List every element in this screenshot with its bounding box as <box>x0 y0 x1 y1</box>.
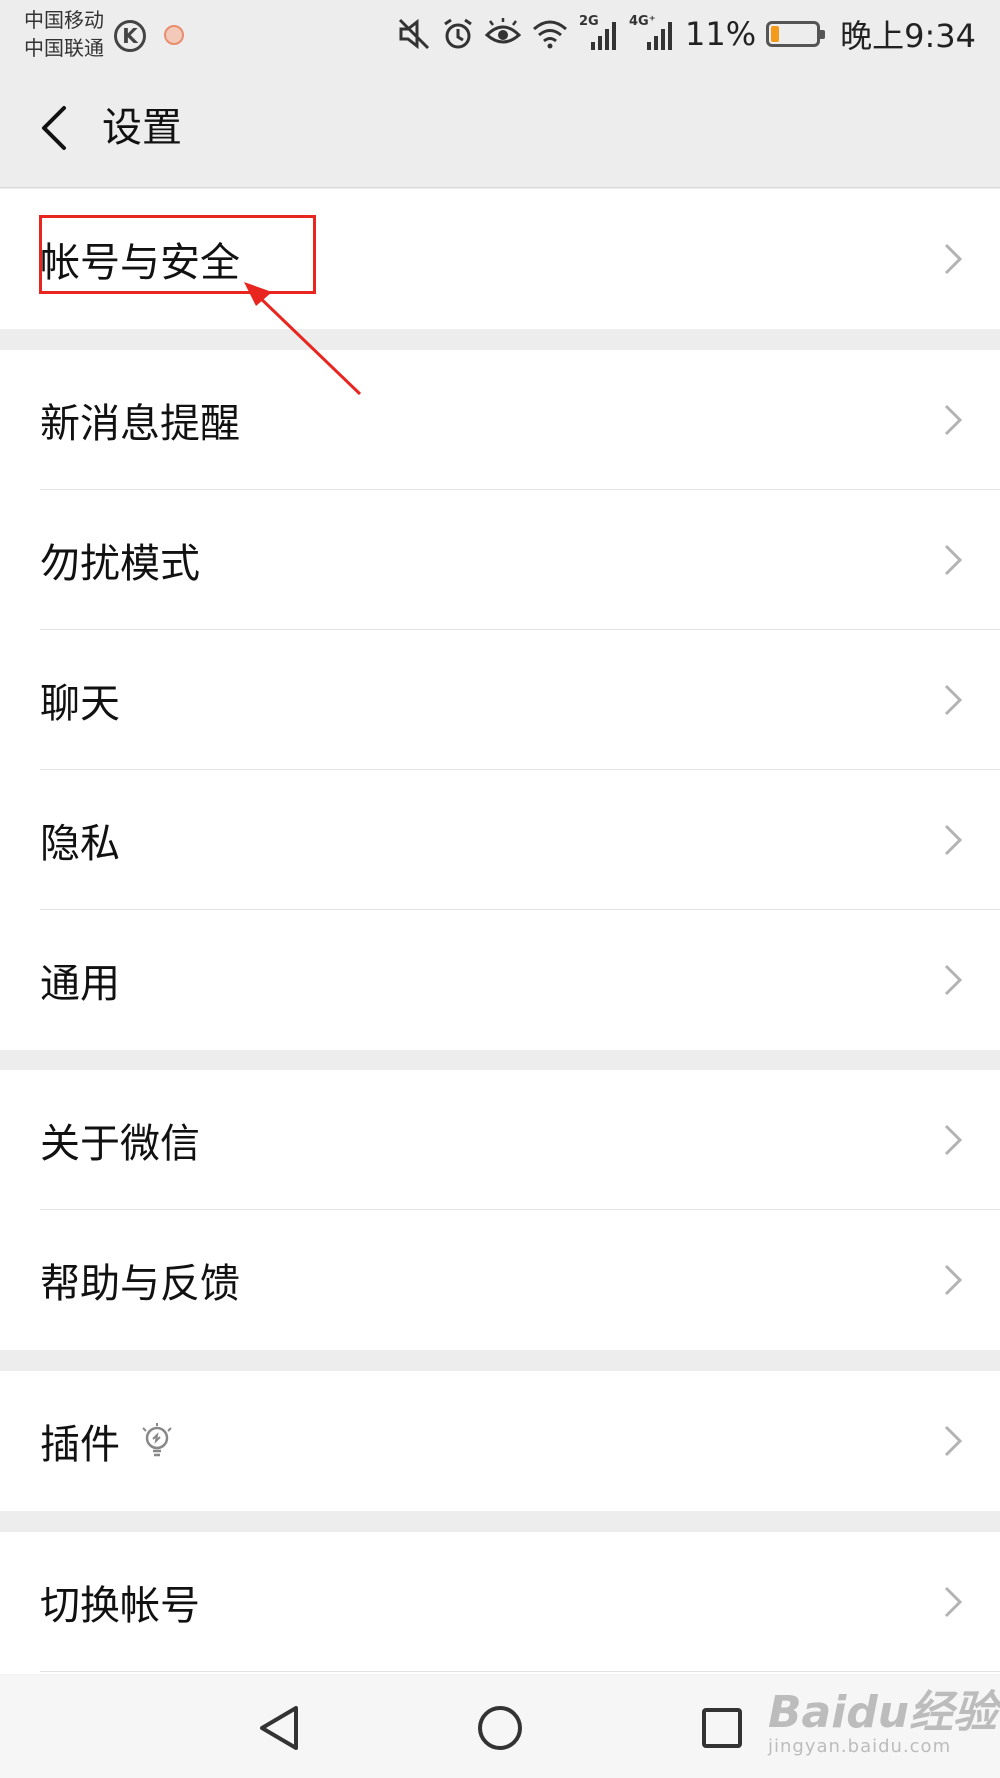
clock: 晚上9:34 <box>840 17 976 55</box>
item-label: 隐私 <box>40 821 120 867</box>
battery-percent: 11% <box>685 15 757 53</box>
chevron-left-icon <box>42 106 66 150</box>
item-label: 切换帐号 <box>40 1583 200 1629</box>
item-label: 新消息提醒 <box>40 401 240 447</box>
battery-icon <box>766 21 826 47</box>
settings-item-privacy[interactable]: 隐私 <box>0 770 1000 910</box>
mute-icon <box>398 18 430 50</box>
item-label: 关于微信 <box>40 1121 200 1167</box>
alarm-icon <box>444 18 472 49</box>
signal-4g-icon: 4G⁺ <box>629 14 675 52</box>
nav-recent-icon[interactable] <box>692 1698 752 1758</box>
status-icons: 2G 4G⁺ 11% 晚上9:34 <box>397 12 976 56</box>
item-label: 聊天 <box>40 681 120 727</box>
settings-item-do-not-disturb[interactable]: 勿扰模式 <box>0 490 1000 630</box>
item-label: 勿扰模式 <box>40 541 200 587</box>
settings-item-new-message-alerts[interactable]: 新消息提醒 <box>0 350 1000 490</box>
chevron-right-icon <box>944 824 963 856</box>
chevron-right-icon <box>944 544 963 576</box>
nav-home-icon[interactable] <box>470 1698 530 1758</box>
k-app-icon: K <box>114 20 146 52</box>
chevron-right-icon <box>944 1586 963 1618</box>
chevron-right-icon <box>944 684 963 716</box>
chevron-right-icon <box>944 964 963 996</box>
settings-item-about-wechat[interactable]: 关于微信 <box>0 1070 1000 1210</box>
lightbulb-icon <box>142 1423 172 1457</box>
chevron-right-icon <box>944 404 963 436</box>
annotation-arrow-icon <box>244 282 362 396</box>
back-button[interactable] <box>30 98 90 158</box>
header-bar: 设置 <box>0 68 1000 188</box>
settings-group-switch-account: 切换帐号 <box>0 1532 1000 1674</box>
status-bar: 中国移动 中国联通 K 2G 4G⁺ 11% 晚上9:34 <box>0 0 1000 68</box>
chevron-right-icon <box>944 1264 963 1296</box>
chevron-right-icon <box>944 243 963 275</box>
carrier-2: 中国联通 <box>24 36 104 60</box>
carrier-names: 中国移动 中国联通 <box>24 6 104 62</box>
settings-group-plugins: 插件 <box>0 1371 1000 1511</box>
chevron-right-icon <box>944 1124 963 1156</box>
watermark-brand: Baidu经验 <box>768 1687 998 1738</box>
signal-2g-icon: 2G <box>579 14 619 52</box>
eye-comfort-icon <box>485 18 521 44</box>
wifi-icon <box>533 20 567 49</box>
settings-item-general[interactable]: 通用 <box>0 910 1000 1050</box>
settings-item-chat[interactable]: 聊天 <box>0 630 1000 770</box>
settings-group-general: 新消息提醒 勿扰模式 聊天 隐私 通用 <box>0 350 1000 1050</box>
small-app-icon <box>164 25 184 45</box>
page-title: 设置 <box>102 105 182 151</box>
settings-item-switch-account[interactable]: 切换帐号 <box>0 1532 1000 1672</box>
chevron-right-icon <box>944 1425 963 1457</box>
carrier-1: 中国移动 <box>24 8 104 32</box>
divider <box>40 1671 1000 1672</box>
item-label: 通用 <box>40 961 120 1007</box>
battery-fill <box>771 26 780 42</box>
item-label: 帮助与反馈 <box>40 1261 240 1307</box>
item-label-wrap: 插件 <box>40 1371 174 1511</box>
settings-group-about: 关于微信 帮助与反馈 <box>0 1070 1000 1350</box>
settings-item-plugins[interactable]: 插件 <box>0 1371 1000 1511</box>
baidu-watermark: Baidu经验 jingyan.baidu.com <box>768 1676 997 1757</box>
nav-back-icon[interactable] <box>250 1698 310 1758</box>
item-label: 插件 <box>40 1422 120 1468</box>
settings-item-help-feedback[interactable]: 帮助与反馈 <box>0 1210 1000 1350</box>
